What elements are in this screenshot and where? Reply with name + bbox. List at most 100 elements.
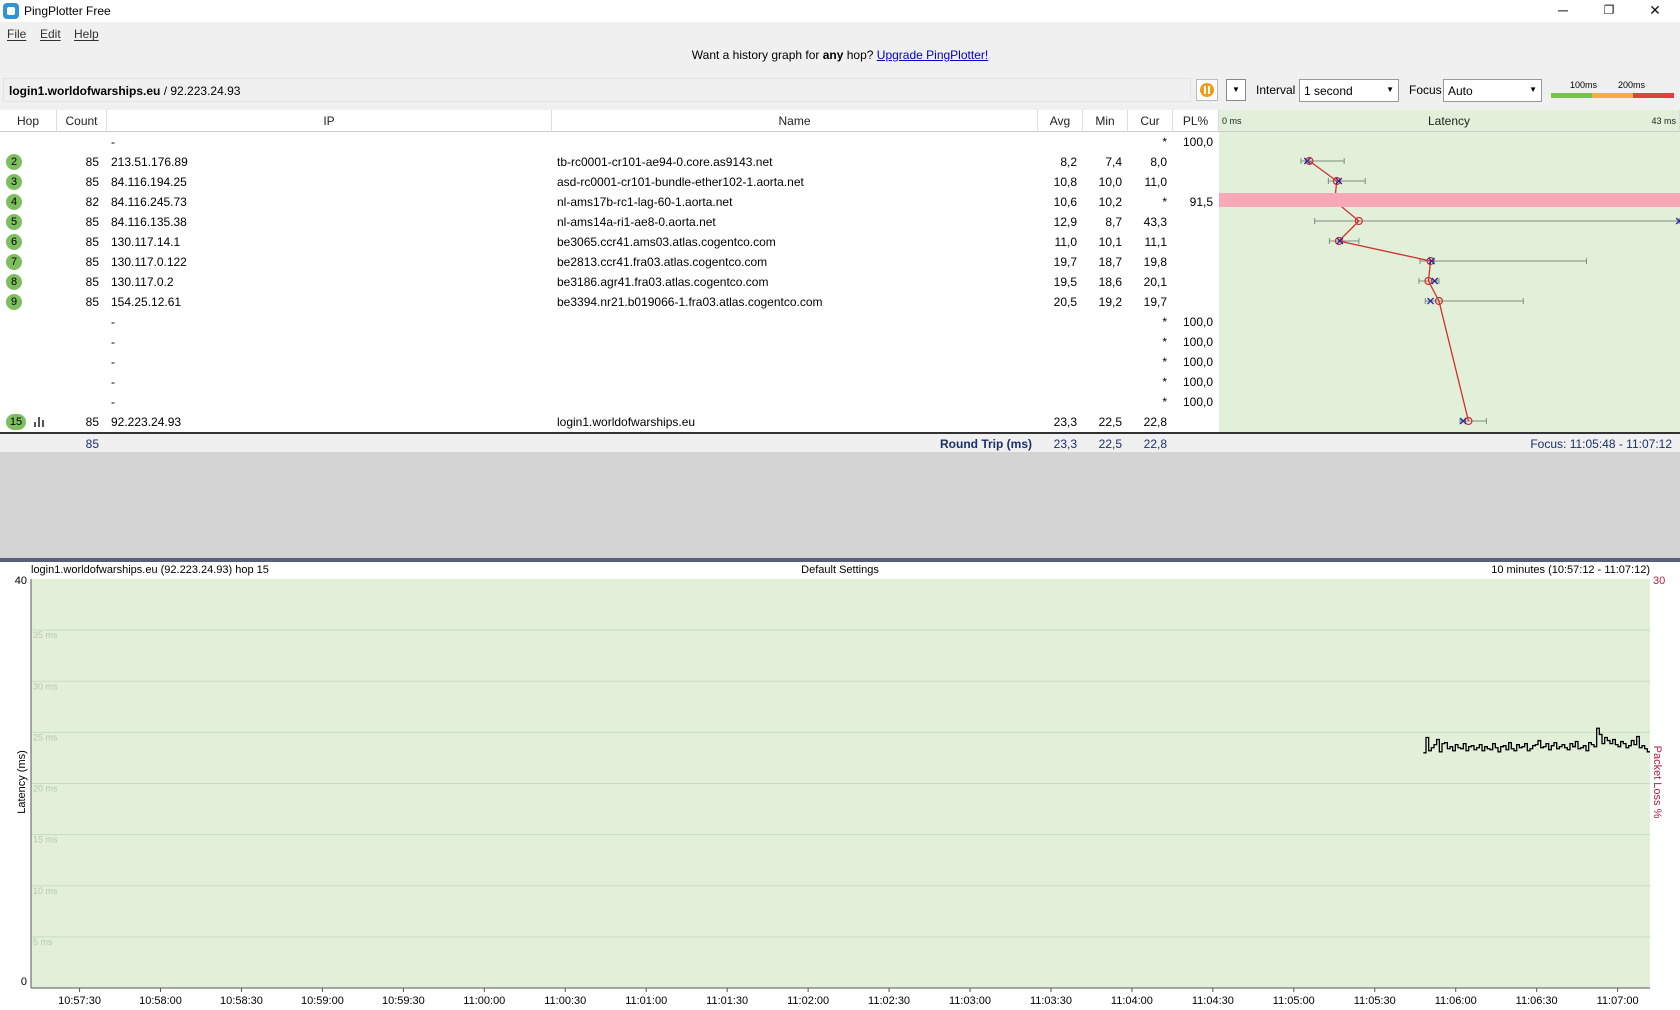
table-row[interactable]: 15 85 92.223.24.93 login1.worldofwarships.e… [0, 412, 1219, 432]
x-tick-label: 10:57:30 [58, 995, 101, 1007]
chevron-down-icon: ▼ [1529, 85, 1537, 94]
col-name[interactable]: Name [552, 110, 1038, 132]
table-row[interactable]: - * 100,0 [0, 132, 1219, 152]
hop-ip: 84.116.135.38 [111, 215, 187, 229]
table-row[interactable]: - * 100,0 [0, 352, 1219, 372]
col-pl[interactable]: PL% [1173, 110, 1219, 132]
table-row[interactable]: - * 100,0 [0, 372, 1219, 392]
hop-ip: 213.51.176.89 [111, 155, 188, 169]
hop-avg: 23,3 [1053, 415, 1077, 429]
hop-ip: - [111, 335, 115, 349]
trace-grid: Hop Count IP Name Avg Min Cur PL% 0 ms L… [0, 110, 1680, 452]
latency-min-label: 0 ms [1222, 116, 1242, 126]
window-title: PingPlotter Free [24, 4, 111, 18]
hop-min: 18,6 [1098, 275, 1122, 289]
pause-button[interactable] [1196, 79, 1218, 101]
hop-min: 18,7 [1098, 255, 1122, 269]
pause-options-button[interactable]: ▼ [1226, 79, 1246, 101]
hop-packet-loss: 100,0 [1182, 355, 1213, 369]
table-row[interactable]: 5 85 84.116.135.38 nl-ams14a-ri1-ae8-0.aort… [0, 212, 1219, 232]
table-row[interactable]: 3 85 84.116.194.25 asd-rc0001-cr101-bundle-… [0, 172, 1219, 192]
hop-min: 8,7 [1105, 215, 1122, 229]
rt-count: 85 [85, 437, 99, 451]
col-cur[interactable]: Cur [1128, 110, 1173, 132]
y2-axis-title: Packet Loss % [1651, 746, 1663, 819]
hop-name: login1.worldofwarships.eu [557, 415, 696, 429]
hop-cur: * [1162, 195, 1167, 209]
bar-chart-icon[interactable] [34, 417, 46, 427]
menu-bar: File Edit Help [0, 24, 1680, 44]
hop-badge: 6 [6, 234, 22, 250]
target-ip: / 92.223.24.93 [160, 84, 241, 98]
hop-count: 85 [85, 275, 99, 289]
x-tick-label: 11:04:30 [1192, 995, 1234, 1007]
hop-count: 82 [85, 195, 99, 209]
col-latency[interactable]: 0 ms Latency 43 ms [1219, 110, 1680, 132]
minimize-button[interactable]: ─ [1540, 0, 1586, 22]
table-row[interactable]: 6 85 130.117.14.1 be3065.ccr41.ams03.atlas.… [0, 232, 1219, 252]
x-tick-label: 10:59:00 [301, 995, 344, 1007]
hop-avg: 10,8 [1053, 175, 1077, 189]
hop-ip: 130.117.14.1 [111, 235, 181, 249]
packet-loss-highlight [1219, 193, 1680, 207]
menu-file[interactable]: File [7, 27, 26, 41]
table-row[interactable]: - * 100,0 [0, 312, 1219, 332]
table-row[interactable]: - * 100,0 [0, 392, 1219, 412]
focus-value: Auto [1448, 84, 1473, 98]
hop-cur: 8,0 [1150, 155, 1167, 169]
menu-edit[interactable]: Edit [40, 27, 61, 41]
hop-min: 7,4 [1105, 155, 1122, 169]
table-row[interactable]: 9 85 154.25.12.61 be3394.nr21.b019066-1.fra… [0, 292, 1219, 312]
hop-packet-loss: 100,0 [1182, 375, 1213, 389]
pause-icon [1200, 83, 1214, 97]
interval-select[interactable]: 1 second ▼ [1299, 79, 1399, 102]
hop-name: be3394.nr21.b019066-1.fra03.atlas.cogent… [557, 295, 823, 309]
table-row[interactable]: - * 100,0 [0, 332, 1219, 352]
hop-avg: 10,6 [1053, 195, 1077, 209]
menu-help[interactable]: Help [74, 27, 99, 41]
x-tick-label: 11:01:00 [625, 995, 667, 1007]
hop-min: 10,0 [1098, 175, 1122, 189]
scale-100-label: 100ms [1570, 80, 1598, 90]
col-min[interactable]: Min [1083, 110, 1128, 132]
hop-cur: * [1162, 335, 1167, 349]
hop-ip: - [111, 135, 115, 149]
rt-label: Round Trip (ms) [940, 437, 1032, 451]
pingplotter-logo-icon [3, 3, 19, 19]
upgrade-link[interactable]: Upgrade PingPlotter! [877, 48, 988, 62]
hop-ip: - [111, 375, 115, 389]
hop-count: 85 [85, 215, 99, 229]
hop-badge: 5 [6, 214, 22, 230]
table-row[interactable]: 2 85 213.51.176.89 tb-rc0001-cr101-ae94-0.c… [0, 152, 1219, 172]
x-tick-label: 11:00:30 [544, 995, 586, 1007]
maximize-button[interactable]: ❐ [1586, 0, 1632, 22]
interval-label: Interval [1256, 83, 1296, 97]
gridline-label: 15 ms [33, 835, 58, 845]
x-tick-label: 11:06:30 [1516, 995, 1558, 1007]
hop-cur: * [1162, 355, 1167, 369]
col-hop[interactable]: Hop [0, 110, 57, 132]
banner-bold: any [822, 48, 844, 62]
table-row[interactable]: 4 82 84.116.245.73 nl-ams17b-rc1-lag-60-1.a… [0, 192, 1219, 212]
title-bar: PingPlotter Free ─ ❐ ✕ [0, 0, 1680, 22]
latency-max-label: 43 ms [1651, 116, 1676, 126]
target-field[interactable]: login1.worldofwarships.eu / 92.223.24.93 [3, 78, 1191, 102]
x-tick-label: 11:02:30 [868, 995, 910, 1007]
col-avg[interactable]: Avg [1038, 110, 1083, 132]
gridline-label: 35 ms [33, 630, 58, 640]
col-count[interactable]: Count [57, 110, 107, 132]
focus-select[interactable]: Auto ▼ [1443, 79, 1542, 102]
hop-ip: 130.117.0.2 [111, 275, 174, 289]
close-button[interactable]: ✕ [1632, 0, 1678, 22]
col-ip[interactable]: IP [107, 110, 552, 132]
table-row[interactable]: 8 85 130.117.0.2 be3186.agr41.fra03.atlas.c… [0, 272, 1219, 292]
hop-cur: * [1162, 135, 1167, 149]
hop-ip: - [111, 395, 115, 409]
x-tick-label: 11:05:30 [1354, 995, 1396, 1007]
hop-min: 19,2 [1098, 295, 1122, 309]
hop-cur: 22,8 [1143, 415, 1167, 429]
hop-count: 85 [85, 255, 99, 269]
table-row[interactable]: 7 85 130.117.0.122 be2813.ccr41.fra03.atlas… [0, 252, 1219, 272]
hop-cur: 43,3 [1143, 215, 1167, 229]
hop-badge: 4 [6, 194, 22, 210]
